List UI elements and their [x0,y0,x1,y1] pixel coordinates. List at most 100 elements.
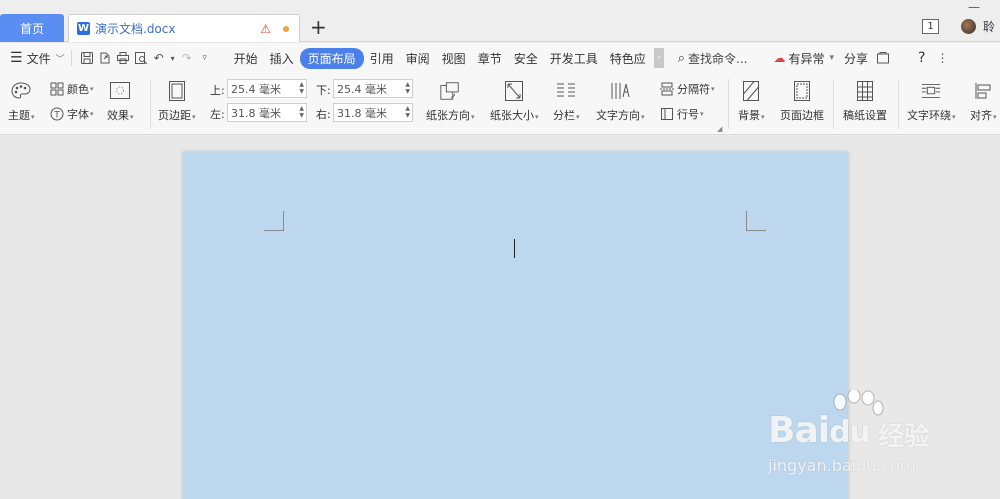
redo-icon[interactable]: ↷ [178,49,196,67]
ribbon-page-layout: 主题▾ 颜色 ▾ T 字体 ▾ 效果▾ 页边距▾ 上: 25.4 毫米 ▲ ▼ 左: … [0,73,1000,135]
effect-chevron-down-icon: ▾ [130,113,134,121]
line-numbers-label: 行号 [677,108,699,121]
color-grid-icon [50,82,64,96]
align-chevron-down-icon: ▾ [993,113,997,121]
baidu-jingyan-watermark: Baidu 经验 jingyan.baidu.com [768,390,988,490]
page-border-button[interactable]: 页面边框 [780,79,824,123]
tab-developer[interactable]: 开发工具 [544,50,604,67]
left-margin-stepper-icon[interactable]: ▲ ▼ [299,105,304,119]
sync-status-chevron-down-icon: ▾ [829,53,835,63]
new-tab-button[interactable]: + [310,16,327,38]
line-numbers-button[interactable]: 行号 ▾ [660,106,704,122]
theme-button[interactable]: 主题▾ [8,79,35,123]
undo-chevron-down-icon[interactable]: ▾ [168,49,178,67]
tab-page-layout[interactable]: 页面布局 [299,47,364,69]
divider [70,50,72,66]
font-button[interactable]: T 字体 ▾ [50,106,94,122]
bottom-margin-stepper-icon[interactable]: ▲ ▼ [405,81,410,95]
margins-chevron-down-icon: ▾ [192,113,196,121]
customize-quick-access-icon[interactable]: ▿ [196,49,214,67]
command-search[interactable]: ⌕ 查找命令... [678,50,748,67]
theme-chevron-down-icon: ▾ [31,113,35,121]
text-direction-chevron-down-icon: ▾ [641,113,645,121]
avatar[interactable] [961,19,976,34]
orientation-button[interactable]: 纸张方向▾ [426,79,475,123]
effect-button[interactable]: 效果▾ [107,79,134,123]
paper-setup-button[interactable]: 稿纸设置 [843,79,887,123]
orientation-chevron-down-icon: ▾ [471,113,475,121]
user-name[interactable]: 聆 [983,18,995,35]
left-margin-input[interactable]: 31.8 毫米 ▲ ▼ [227,103,307,122]
breaks-button[interactable]: 分隔符 ▾ [660,81,715,97]
text-direction-button[interactable]: 文字方向▾ [596,79,645,123]
sync-status-label: 有异常 [788,51,825,66]
file-menu[interactable]: 文件 [27,50,51,67]
page-setup-launcher-icon[interactable]: ◢ [717,125,722,133]
top-margin-stepper-icon[interactable]: ▲ ▼ [299,81,304,95]
color-label: 颜色 [67,83,89,96]
search-icon: ⌕ [677,50,686,66]
more-options-icon[interactable]: ⋮ [933,49,951,67]
theme-label: 主题 [8,109,30,122]
effect-label: 效果 [107,109,129,122]
effect-icon [109,79,131,103]
tab-security[interactable]: 安全 [508,50,544,67]
align-button[interactable]: 对齐▾ [970,79,997,123]
warning-icon[interactable]: ⚠ [260,22,271,36]
bottom-margin-input[interactable]: 25.4 毫米 ▲ ▼ [333,79,413,98]
columns-icon [555,79,577,103]
tab-special-apps[interactable]: 特色应 [604,50,652,67]
color-button[interactable]: 颜色 ▾ [50,81,94,97]
word-doc-icon: W [77,22,90,35]
tab-references[interactable]: 引用 [364,50,400,67]
tab-start[interactable]: 开始 [228,50,264,67]
paper-size-icon [503,79,525,103]
unsaved-dot-icon[interactable] [283,25,289,32]
tab-insert[interactable]: 插入 [264,50,300,67]
file-menu-chevron-down-icon[interactable]: ﹀ [56,52,65,65]
top-margin-input[interactable]: 25.4 毫米 ▲ ▼ [227,79,307,98]
page-margins-icon [166,79,188,103]
document-page[interactable] [183,152,848,499]
print-preview-icon[interactable] [132,49,150,67]
tab-review[interactable]: 审阅 [400,50,436,67]
tab-document[interactable]: W 演示文档.docx ⚠ [68,14,300,42]
help-icon[interactable]: ? [918,50,925,66]
text-wrap-label: 文字环绕 [907,109,951,122]
text-wrap-button[interactable]: 文字环绕▾ [907,79,956,123]
paper-size-button[interactable]: 纸张大小▾ [490,79,539,123]
tabs-scroll-right-icon[interactable]: › [653,48,664,68]
tab-home[interactable]: 首页 [0,14,64,42]
divider [728,79,729,129]
color-chevron-down-icon: ▾ [90,85,94,93]
print-icon[interactable] [114,49,132,67]
line-numbers-icon [660,107,674,121]
window-count-badge[interactable]: 1 [922,19,939,34]
page-border-label: 页面边框 [780,109,824,122]
sync-status-button[interactable]: ☁ 有异常 ▾ [773,50,834,67]
left-margin-value: 31.8 毫米 [231,106,281,120]
undo-icon[interactable]: ↶ [150,49,168,67]
text-cursor [514,239,515,258]
save-icon[interactable] [78,49,96,67]
align-icon [972,79,994,103]
background-button[interactable]: 背景▾ [738,79,765,123]
columns-button[interactable]: 分栏▾ [553,79,580,123]
tab-document-title: 演示文档.docx [95,22,176,36]
tab-sections[interactable]: 章节 [472,50,508,67]
right-margin-stepper-icon[interactable]: ▲ ▼ [405,105,410,119]
hamburger-menu-icon[interactable]: ☰ [10,50,23,66]
top-margin-value: 25.4 毫米 [231,82,281,96]
margins-button[interactable]: 页边距▾ [158,79,196,123]
tab-view[interactable]: 视图 [436,50,472,67]
align-label: 对齐 [970,109,992,122]
collaborate-icon[interactable] [874,49,892,67]
watermark-sub: 经验 [878,422,931,452]
columns-chevron-down-icon: ▾ [576,113,580,121]
export-icon[interactable] [96,49,114,67]
minimize-button[interactable]: — [968,0,980,14]
right-margin-input[interactable]: 31.8 毫米 ▲ ▼ [333,103,413,122]
divider [898,79,899,129]
paper-setup-label: 稿纸设置 [843,109,887,122]
share-button[interactable]: 分享 [844,50,868,67]
